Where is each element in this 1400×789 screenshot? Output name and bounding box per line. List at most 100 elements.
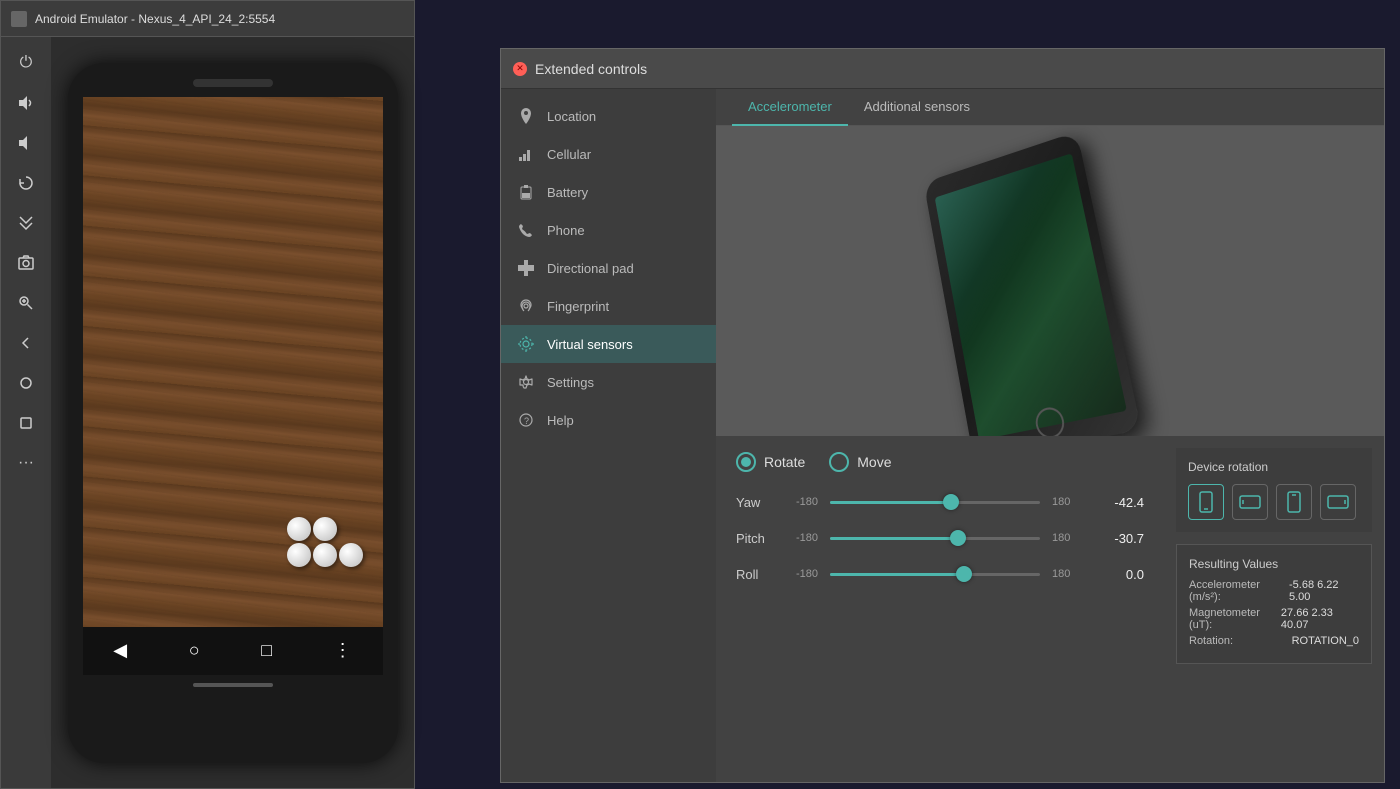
nav-label-settings: Settings bbox=[547, 375, 594, 390]
nav-item-virtual-sensors[interactable]: Virtual sensors bbox=[501, 325, 716, 363]
rotation-portrait-reverse[interactable] bbox=[1276, 484, 1312, 520]
nav-label-help: Help bbox=[547, 413, 574, 428]
home-nav-button[interactable] bbox=[8, 365, 44, 401]
roll-slider-row: Roll -180 180 0.0 bbox=[736, 564, 1144, 584]
yaw-min: -180 bbox=[783, 496, 818, 508]
extended-controls-titlebar: ✕ Extended controls bbox=[501, 49, 1384, 89]
roll-thumb[interactable] bbox=[956, 566, 972, 582]
pitch-slider[interactable] bbox=[830, 528, 1040, 548]
phone-display-area: ◀ ○ □ ⋮ bbox=[51, 37, 414, 788]
yaw-max: 180 bbox=[1052, 496, 1082, 508]
emulator-titlebar: Android Emulator - Nexus_4_API_24_2:5554 bbox=[1, 1, 414, 37]
pitch-track bbox=[830, 537, 1040, 540]
move-radio[interactable] bbox=[829, 452, 849, 472]
ball-2 bbox=[313, 517, 337, 541]
tab-additional-sensors[interactable]: Additional sensors bbox=[848, 89, 986, 126]
fold-button[interactable] bbox=[8, 205, 44, 241]
phone-outer: ◀ ○ □ ⋮ bbox=[68, 63, 398, 763]
cellular-icon bbox=[517, 145, 535, 163]
recent-nav-button[interactable] bbox=[8, 405, 44, 441]
rotation-value: ROTATION_0 bbox=[1292, 635, 1359, 647]
nav-label-battery: Battery bbox=[547, 185, 588, 200]
pitch-fill bbox=[830, 537, 958, 540]
rotate-button[interactable] bbox=[8, 165, 44, 201]
extended-controls-nav: Location Cellular Battery Phone bbox=[501, 89, 716, 782]
extended-controls-title: Extended controls bbox=[535, 61, 647, 77]
roll-slider[interactable] bbox=[830, 564, 1040, 584]
phone-back-button[interactable]: ◀ bbox=[113, 640, 127, 661]
nav-item-cellular[interactable]: Cellular bbox=[501, 135, 716, 173]
nav-item-battery[interactable]: Battery bbox=[501, 173, 716, 211]
more-button[interactable]: ··· bbox=[8, 445, 44, 481]
fingerprint-icon bbox=[517, 297, 535, 315]
rotate-radio[interactable] bbox=[736, 452, 756, 472]
phone-more-button[interactable]: ⋮ bbox=[334, 640, 352, 661]
emulator-sidebar: ⏻ bbox=[1, 37, 51, 788]
phone-icon bbox=[517, 221, 535, 239]
volume-up-button[interactable] bbox=[8, 85, 44, 121]
yaw-track bbox=[830, 501, 1040, 504]
phone-recent-button[interactable]: □ bbox=[261, 640, 272, 661]
move-label: Move bbox=[857, 454, 891, 470]
nav-label-dpad: Directional pad bbox=[547, 261, 634, 276]
yaw-slider[interactable] bbox=[830, 492, 1040, 512]
rotation-portrait[interactable] bbox=[1188, 484, 1224, 520]
nav-label-phone: Phone bbox=[547, 223, 585, 238]
magnetometer-value: 27.66 2.33 40.07 bbox=[1281, 607, 1359, 631]
rotate-radio-group[interactable]: Rotate bbox=[736, 452, 805, 472]
help-icon: ? bbox=[517, 411, 535, 429]
bottom-controls-section: Rotate Move Yaw -180 bbox=[716, 436, 1384, 782]
location-icon bbox=[517, 107, 535, 125]
phone-3d-screen bbox=[935, 153, 1127, 436]
nav-label-fingerprint: Fingerprint bbox=[547, 299, 609, 314]
nav-item-help[interactable]: ? Help bbox=[501, 401, 716, 439]
nav-item-phone[interactable]: Phone bbox=[501, 211, 716, 249]
rotation-landscape-left[interactable] bbox=[1232, 484, 1268, 520]
accelerometer-value: -5.68 6.22 5.00 bbox=[1289, 579, 1359, 603]
ball-4 bbox=[313, 543, 337, 567]
ball-5 bbox=[339, 543, 363, 567]
emulator-content: ⏻ bbox=[1, 37, 414, 788]
roll-label: Roll bbox=[736, 567, 771, 582]
rotate-label: Rotate bbox=[764, 454, 805, 470]
zoom-button[interactable] bbox=[8, 285, 44, 321]
power-button[interactable]: ⏻ bbox=[8, 45, 44, 81]
accelerometer-label: Accelerometer (m/s²): bbox=[1189, 579, 1289, 603]
close-button[interactable]: ✕ bbox=[513, 62, 527, 76]
resulting-values-title: Resulting Values bbox=[1189, 557, 1359, 571]
phone-3d-body bbox=[924, 132, 1142, 436]
nav-item-location[interactable]: Location bbox=[501, 97, 716, 135]
nav-item-directional-pad[interactable]: Directional pad bbox=[501, 249, 716, 287]
svg-text:?: ? bbox=[524, 416, 529, 426]
roll-min: -180 bbox=[783, 568, 818, 580]
back-nav-button[interactable] bbox=[8, 325, 44, 361]
phone-navigation-bar: ◀ ○ □ ⋮ bbox=[83, 627, 383, 675]
nav-item-settings[interactable]: Settings bbox=[501, 363, 716, 401]
pitch-slider-row: Pitch -180 180 -30.7 bbox=[736, 528, 1144, 548]
extended-controls-body: Location Cellular Battery Phone bbox=[501, 89, 1384, 782]
pitch-thumb[interactable] bbox=[950, 530, 966, 546]
right-panel: Device rotation bbox=[1164, 436, 1384, 782]
phone-home-button[interactable]: ○ bbox=[189, 640, 200, 661]
screenshot-button[interactable] bbox=[8, 245, 44, 281]
pitch-min: -180 bbox=[783, 532, 818, 544]
rotation-landscape-right[interactable] bbox=[1320, 484, 1356, 520]
device-rotation-section: Device rotation bbox=[1176, 448, 1372, 532]
nav-item-fingerprint[interactable]: Fingerprint bbox=[501, 287, 716, 325]
magnetometer-label: Magnetometer (uT): bbox=[1189, 607, 1281, 631]
virtual-sensors-icon bbox=[517, 335, 535, 353]
move-radio-group[interactable]: Move bbox=[829, 452, 891, 472]
tab-accelerometer[interactable]: Accelerometer bbox=[732, 89, 848, 126]
volume-down-button[interactable] bbox=[8, 125, 44, 161]
accelerometer-row: Accelerometer (m/s²): -5.68 6.22 5.00 bbox=[1189, 579, 1359, 603]
phone-screen bbox=[83, 97, 383, 627]
nav-label-location: Location bbox=[547, 109, 596, 124]
rotate-move-row: Rotate Move bbox=[736, 452, 1144, 472]
sensor-visual bbox=[716, 126, 1384, 436]
ball-1 bbox=[287, 517, 311, 541]
ball-3 bbox=[287, 543, 311, 567]
yaw-slider-row: Yaw -180 180 -42.4 bbox=[736, 492, 1144, 512]
yaw-thumb[interactable] bbox=[943, 494, 959, 510]
pitch-max: 180 bbox=[1052, 532, 1082, 544]
roll-track bbox=[830, 573, 1040, 576]
